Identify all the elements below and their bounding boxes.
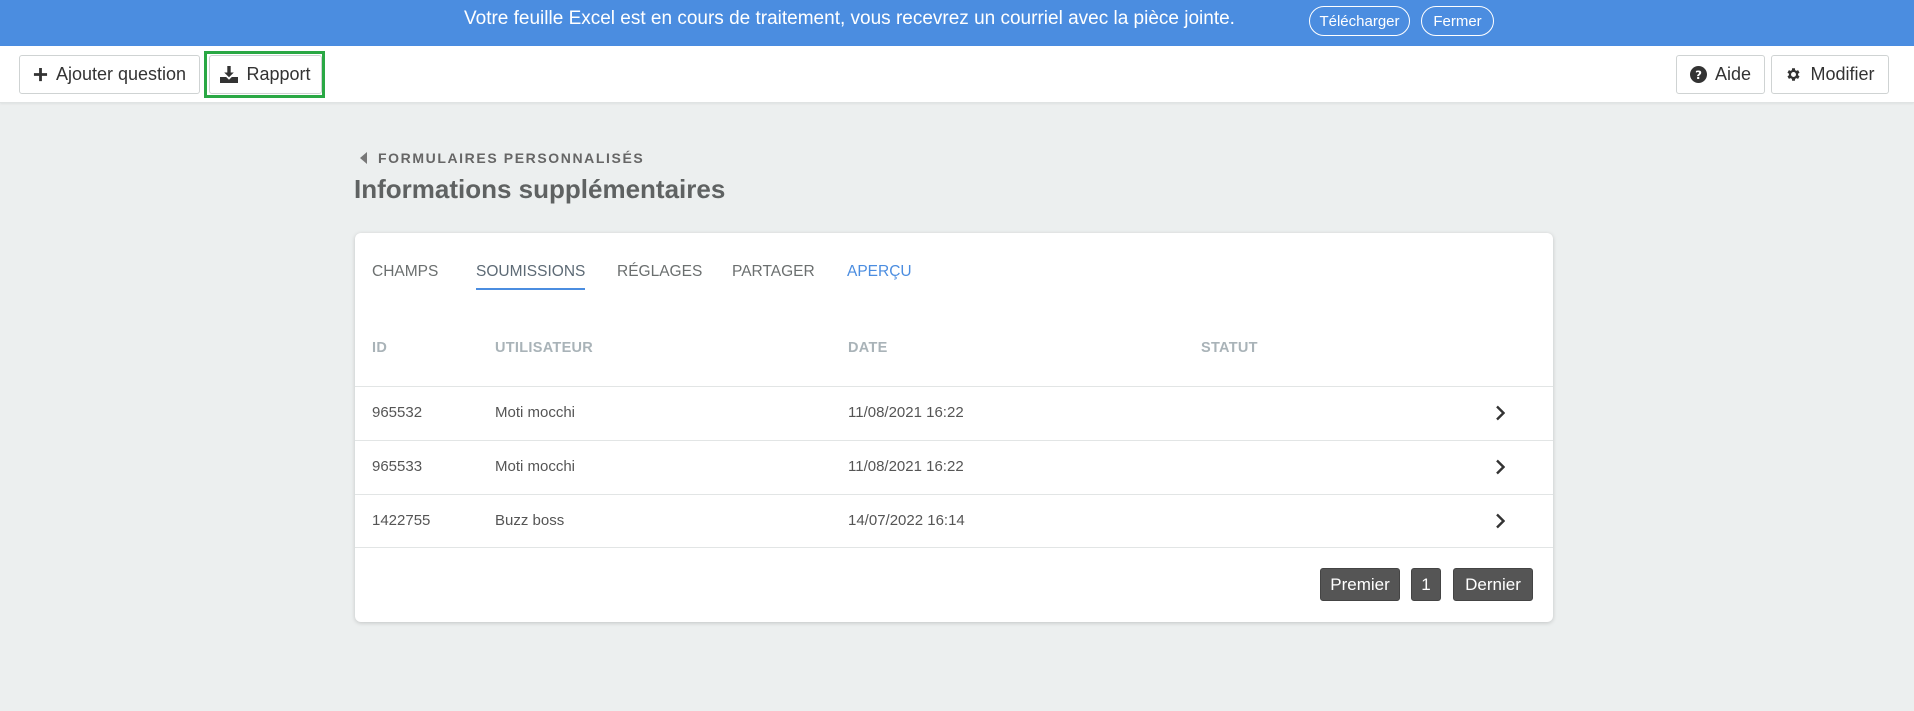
close-banner-button[interactable]: Fermer (1421, 6, 1494, 36)
edit-button[interactable]: Modifier (1771, 55, 1889, 94)
submissions-card: CHAMPS SOUMISSIONS RÉGLAGES PARTAGER APE… (355, 233, 1553, 622)
caret-left-icon (360, 152, 367, 164)
table-row[interactable]: 965532 Moti mocchi 11/08/2021 16:22 (355, 386, 1553, 440)
banner-message: Votre feuille Excel est en cours de trai… (464, 8, 1235, 29)
chevron-right-icon[interactable] (1495, 459, 1505, 475)
chevron-right-icon[interactable] (1495, 405, 1505, 421)
edit-label: Modifier (1810, 64, 1875, 84)
row-user: Moti mocchi (495, 458, 576, 475)
notification-banner: Votre feuille Excel est en cours de trai… (0, 0, 1914, 46)
tab-partager[interactable]: PARTAGER (732, 263, 815, 288)
column-header-user: UTILISATEUR (495, 340, 594, 356)
breadcrumb[interactable]: FORMULAIRES PERSONNALISÉS (360, 148, 644, 168)
help-label: Aide (1714, 64, 1752, 84)
row-id: 1422755 (372, 512, 431, 529)
plus-icon (33, 67, 48, 82)
svg-text:?: ? (1695, 68, 1702, 82)
add-question-label: Ajouter question (55, 64, 187, 84)
breadcrumb-label: FORMULAIRES PERSONNALISÉS (378, 150, 645, 166)
gear-icon (1787, 68, 1801, 81)
download-button[interactable]: Télécharger (1309, 6, 1410, 36)
table-divider (355, 547, 1553, 548)
row-date: 11/08/2021 16:22 (848, 458, 964, 475)
help-button[interactable]: ? Aide (1676, 55, 1765, 94)
tab-reglages[interactable]: RÉGLAGES (617, 263, 702, 288)
tab-soumissions[interactable]: SOUMISSIONS (476, 263, 586, 290)
tab-champs[interactable]: CHAMPS (372, 263, 438, 288)
table-row[interactable]: 965533 Moti mocchi 11/08/2021 16:22 (355, 440, 1553, 494)
row-date: 14/07/2022 16:14 (848, 512, 965, 529)
report-button[interactable]: Rapport (209, 55, 322, 94)
row-user: Moti mocchi (495, 404, 576, 421)
row-date: 11/08/2021 16:22 (848, 404, 964, 421)
column-header-id: ID (372, 340, 388, 356)
column-header-status: STATUT (1201, 340, 1258, 356)
page-title: Informations supplémentaires (354, 174, 726, 204)
report-label: Rapport (246, 64, 311, 84)
tab-apercu[interactable]: APERÇU (847, 263, 912, 288)
page-number-button[interactable]: 1 (1411, 568, 1441, 601)
add-question-button[interactable]: Ajouter question (19, 55, 200, 94)
chevron-right-icon[interactable] (1495, 513, 1505, 529)
column-header-date: DATE (848, 340, 888, 356)
question-circle-icon: ? (1689, 66, 1707, 83)
row-id: 965532 (372, 404, 423, 421)
first-page-button[interactable]: Premier (1320, 568, 1400, 601)
row-user: Buzz boss (495, 512, 565, 529)
toolbar: Ajouter question Rapport ? Aide Modifier (0, 46, 1914, 103)
last-page-button[interactable]: Dernier (1453, 568, 1533, 601)
row-id: 965533 (372, 458, 423, 475)
download-icon (220, 66, 239, 83)
table-row[interactable]: 1422755 Buzz boss 14/07/2022 16:14 (355, 494, 1553, 548)
